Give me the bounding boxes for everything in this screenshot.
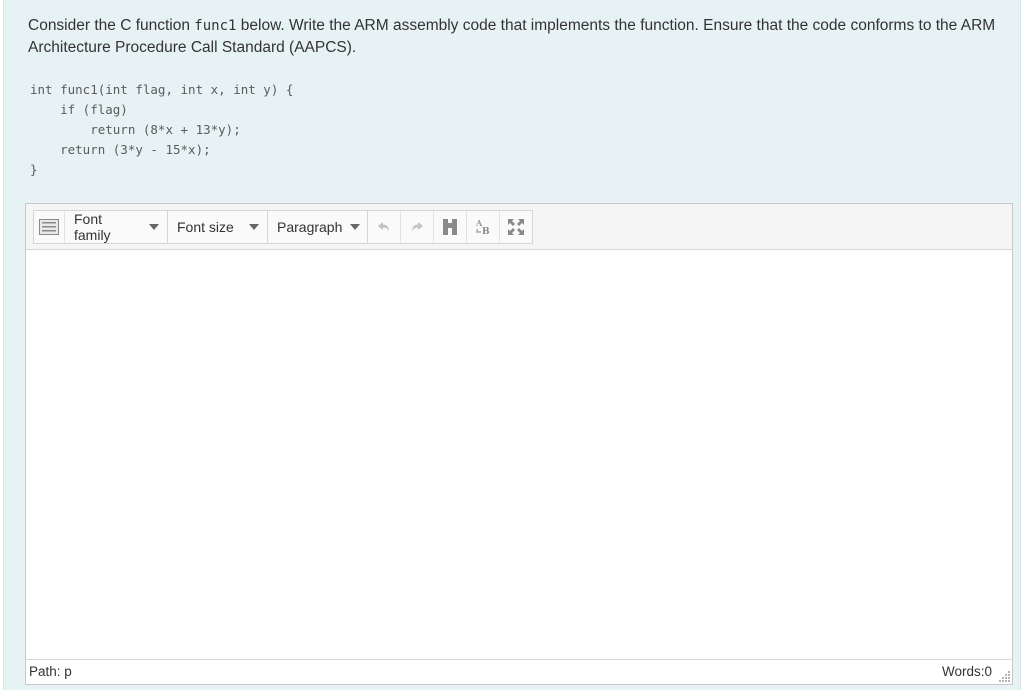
- editor-toolbar: Font family Font size Paragraph A B: [26, 204, 1012, 250]
- editor-content-area[interactable]: [26, 250, 1012, 659]
- code-block: int func1(int flag, int x, int y) { if (…: [30, 80, 293, 180]
- redo-icon[interactable]: [401, 211, 434, 243]
- chevron-down-icon: [350, 224, 361, 230]
- toolbar-group-main: Font family Font size Paragraph A B: [33, 210, 533, 244]
- element-path: Path: p: [29, 664, 72, 679]
- rich-text-editor: Font family Font size Paragraph A B Path…: [25, 203, 1013, 685]
- fullscreen-icon[interactable]: [500, 211, 532, 243]
- keyboard-icon[interactable]: [34, 211, 65, 243]
- word-count: Words:0: [941, 664, 992, 679]
- editor-statusbar: Path: p Words:0: [26, 659, 1012, 684]
- chevron-down-icon: [249, 224, 259, 230]
- code-line: return (8*x + 13*y);: [30, 122, 241, 137]
- find-icon[interactable]: [434, 211, 467, 243]
- resize-grip-icon[interactable]: [997, 669, 1011, 683]
- code-line: }: [30, 162, 38, 177]
- code-line: return (3*y - 15*x);: [30, 142, 211, 157]
- paragraph-label: Paragraph: [277, 219, 343, 235]
- undo-icon[interactable]: [368, 211, 401, 243]
- chevron-down-icon: [149, 224, 159, 230]
- paragraph-select[interactable]: Paragraph: [268, 211, 368, 243]
- code-line: int func1(int flag, int x, int y) {: [30, 82, 294, 97]
- font-family-select[interactable]: Font family: [65, 211, 168, 243]
- find-replace-icon[interactable]: A B: [467, 211, 500, 243]
- font-size-label: Font size: [177, 219, 234, 235]
- question-text: Consider the C function func1 below. Wri…: [28, 15, 1008, 59]
- code-line: if (flag): [30, 102, 128, 117]
- svg-text:B: B: [482, 227, 490, 236]
- inline-code-func1: func1: [194, 18, 237, 34]
- question-text-before: Consider the C function: [28, 17, 195, 34]
- font-family-label: Font family: [74, 211, 111, 243]
- font-size-select[interactable]: Font size: [168, 211, 268, 243]
